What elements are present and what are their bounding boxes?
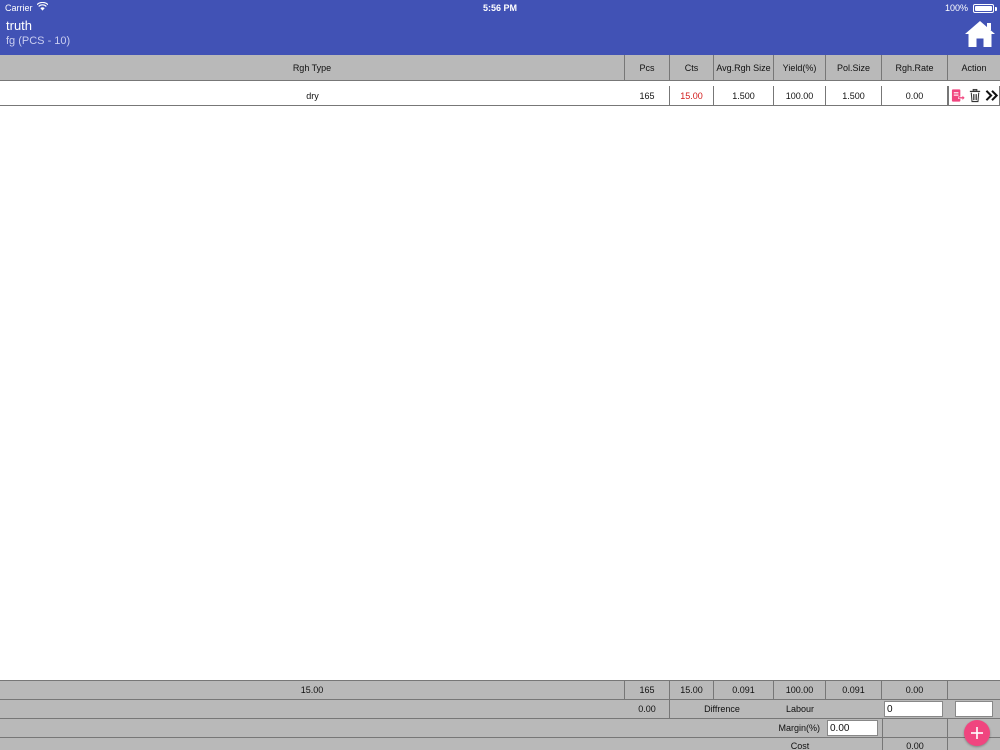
difference-label: Diffrence <box>704 704 740 714</box>
labour-row-spacer <box>0 700 625 718</box>
cell-pol-size: 1.500 <box>826 86 882 105</box>
col-action: Action <box>961 62 987 73</box>
total-cts: 15.00 <box>670 681 714 699</box>
col-pol-size: Pol.Size <box>826 55 882 80</box>
margin-input[interactable] <box>827 720 878 736</box>
trash-icon[interactable] <box>968 88 982 103</box>
col-avg-rgh-size: Avg.Rgh Size <box>714 55 774 80</box>
total-avg-rgh-size: 0.091 <box>714 681 774 699</box>
total-rgh-type: 15.00 <box>0 681 625 699</box>
totals-row: 15.00 165 15.00 0.091 100.00 0.091 0.00 <box>0 680 1000 699</box>
margin-row: Margin(%) <box>0 718 1000 737</box>
labour-row: 0.00 Diffrence Labour <box>0 699 1000 718</box>
clock: 5:56 PM <box>482 3 517 13</box>
cell-rgh-type: dry <box>306 90 319 101</box>
difference-value: 0.00 <box>625 700 670 718</box>
cell-cts: 15.00 <box>670 86 714 105</box>
battery-icon <box>973 4 997 13</box>
page-title: truth <box>6 18 33 33</box>
total-pcs: 165 <box>625 681 670 699</box>
col-rgh-rate: Rgh.Rate <box>882 55 948 80</box>
cell-rgh-rate: 0.00 <box>882 86 948 105</box>
total-pol-size: 0.091 <box>826 681 882 699</box>
labour-extra-input[interactable] <box>955 701 993 717</box>
col-rgh-type: Rgh Type <box>0 55 625 80</box>
page-subtitle: fg (PCS - 10) <box>6 35 71 47</box>
margin-spacer <box>882 719 948 737</box>
status-bar: Carrier 5:56 PM 100% <box>0 0 1000 16</box>
cell-pcs: 165 <box>625 86 670 105</box>
col-cts: Cts <box>670 55 714 80</box>
app-header: Carrier 5:56 PM 100% truth fg (PCS - 10) <box>0 0 1000 55</box>
labour-label: Labour <box>785 704 815 714</box>
col-yield: Yield(%) <box>774 55 826 80</box>
total-rgh-rate: 0.00 <box>882 681 948 699</box>
add-icon <box>971 727 983 739</box>
col-pcs: Pcs <box>625 55 670 80</box>
cost-value: 0.00 <box>882 738 948 750</box>
margin-label: Margin(%) <box>778 723 820 733</box>
add-button[interactable] <box>964 720 990 746</box>
total-yield: 100.00 <box>774 681 826 699</box>
labour-input[interactable] <box>884 701 943 717</box>
table-header: Rgh Type Pcs Cts Avg.Rgh Size Yield(%) P… <box>0 55 1000 81</box>
edit-export-icon[interactable] <box>951 88 965 103</box>
cell-actions <box>948 86 1000 105</box>
cell-yield: 100.00 <box>774 86 826 105</box>
double-chevron-right-icon[interactable] <box>985 88 999 103</box>
cost-label: Cost <box>790 741 810 750</box>
battery-percent: 100% <box>944 3 968 13</box>
home-icon[interactable] <box>963 19 997 49</box>
cell-avg-rgh-size: 1.500 <box>714 86 774 105</box>
table-row[interactable]: dry 165 15.00 1.500 100.00 1.500 0.00 <box>0 86 1000 106</box>
cost-row: Cost 0.00 <box>0 737 1000 750</box>
total-action-blank <box>948 681 1000 699</box>
